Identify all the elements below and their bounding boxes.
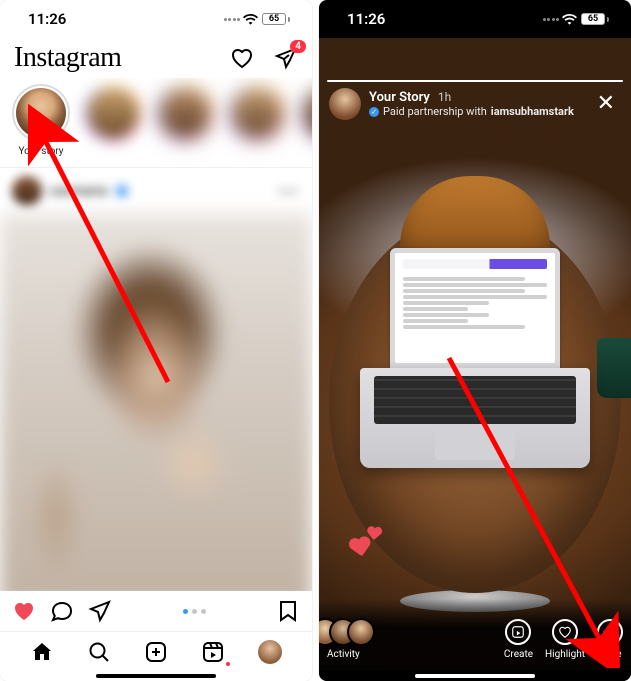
story-item[interactable] (156, 84, 214, 157)
instagram-feed-screen: 11:26 65 Instagram 4 Your story (0, 0, 312, 681)
story-viewport[interactable]: Your Story 1h Paid partnership with iams… (319, 38, 631, 670)
reels-notification-dot (226, 662, 230, 666)
new-post-icon[interactable] (144, 640, 168, 664)
post-action-bar (0, 591, 312, 631)
bookmark-icon[interactable] (276, 599, 300, 623)
create-icon (505, 619, 531, 645)
story-subtitle: Paid partnership with iamsubhamstark (369, 105, 574, 118)
story-header: Your Story 1h Paid partnership with iams… (329, 88, 621, 120)
story-reactions-preview (349, 530, 385, 558)
story-timestamp: 1h (438, 90, 451, 104)
highlight-button[interactable]: Highlight (545, 619, 585, 660)
search-icon[interactable] (87, 640, 111, 664)
verified-badge-icon (369, 107, 379, 117)
story-progress (327, 80, 623, 82)
more-icon (597, 619, 623, 645)
post-more-icon[interactable]: ••• (278, 182, 300, 201)
notifications-icon[interactable] (230, 46, 254, 70)
verified-badge-icon (116, 185, 128, 197)
header-actions: 4 (230, 46, 298, 70)
story-item[interactable] (300, 84, 312, 157)
create-button[interactable]: Create (504, 619, 533, 660)
status-right: 65 (543, 13, 610, 25)
story-title-block: Your Story 1h Paid partnership with iams… (369, 90, 574, 118)
status-icons (224, 13, 259, 25)
app-header: Instagram 4 (0, 38, 312, 78)
messages-badge: 4 (290, 40, 306, 53)
instagram-logo[interactable]: Instagram (14, 42, 121, 74)
messages-button[interactable]: 4 (274, 46, 298, 70)
viewers-stack-icon (319, 618, 375, 646)
close-icon[interactable]: ✕ (591, 89, 621, 119)
battery-icon: 65 (262, 13, 290, 25)
like-icon[interactable] (12, 599, 36, 623)
carousel-pager (126, 609, 262, 614)
wifi-icon (562, 13, 577, 25)
home-indicator (0, 670, 312, 681)
stories-tray[interactable]: Your story (0, 78, 312, 168)
partner-name[interactable]: iamsubhamstark (491, 105, 574, 118)
story-item[interactable] (228, 84, 286, 157)
more-button[interactable]: More (597, 619, 623, 660)
story-item[interactable] (84, 84, 142, 157)
story-your-story[interactable]: Your story (12, 84, 70, 157)
status-right: 65 (224, 13, 291, 25)
feed-content[interactable]: username ••• (0, 168, 312, 591)
cellular-icon (224, 18, 241, 21)
share-icon[interactable] (88, 599, 112, 623)
story-viewer-screen: 11:26 65 (319, 0, 631, 681)
profile-tab-avatar[interactable] (258, 640, 282, 664)
status-bar: 11:26 65 (0, 0, 312, 38)
activity-button[interactable]: Activity (327, 619, 360, 660)
story-bottom-bar: Activity Create Highlight More (319, 599, 631, 670)
bottom-nav (0, 631, 312, 670)
post-header[interactable]: username ••• (0, 168, 312, 214)
story-author-avatar[interactable] (329, 88, 361, 120)
home-icon[interactable] (30, 640, 54, 664)
story-label: Your story (18, 146, 63, 157)
clock-time: 11:26 (28, 10, 66, 28)
story-title: Your Story (369, 90, 430, 105)
heart-icon (347, 536, 372, 560)
battery-icon: 65 (581, 13, 609, 25)
wifi-icon (243, 13, 258, 25)
post-avatar (12, 176, 42, 206)
clock-time: 11:26 (347, 10, 385, 28)
cellular-icon (543, 18, 560, 21)
story-media (319, 38, 631, 670)
post-image[interactable] (0, 214, 312, 591)
highlight-icon (552, 619, 578, 645)
home-indicator (319, 670, 631, 681)
reels-icon[interactable] (201, 640, 225, 664)
status-bar: 11:26 65 (319, 0, 631, 38)
post-username: username (50, 184, 108, 199)
comment-icon[interactable] (50, 599, 74, 623)
